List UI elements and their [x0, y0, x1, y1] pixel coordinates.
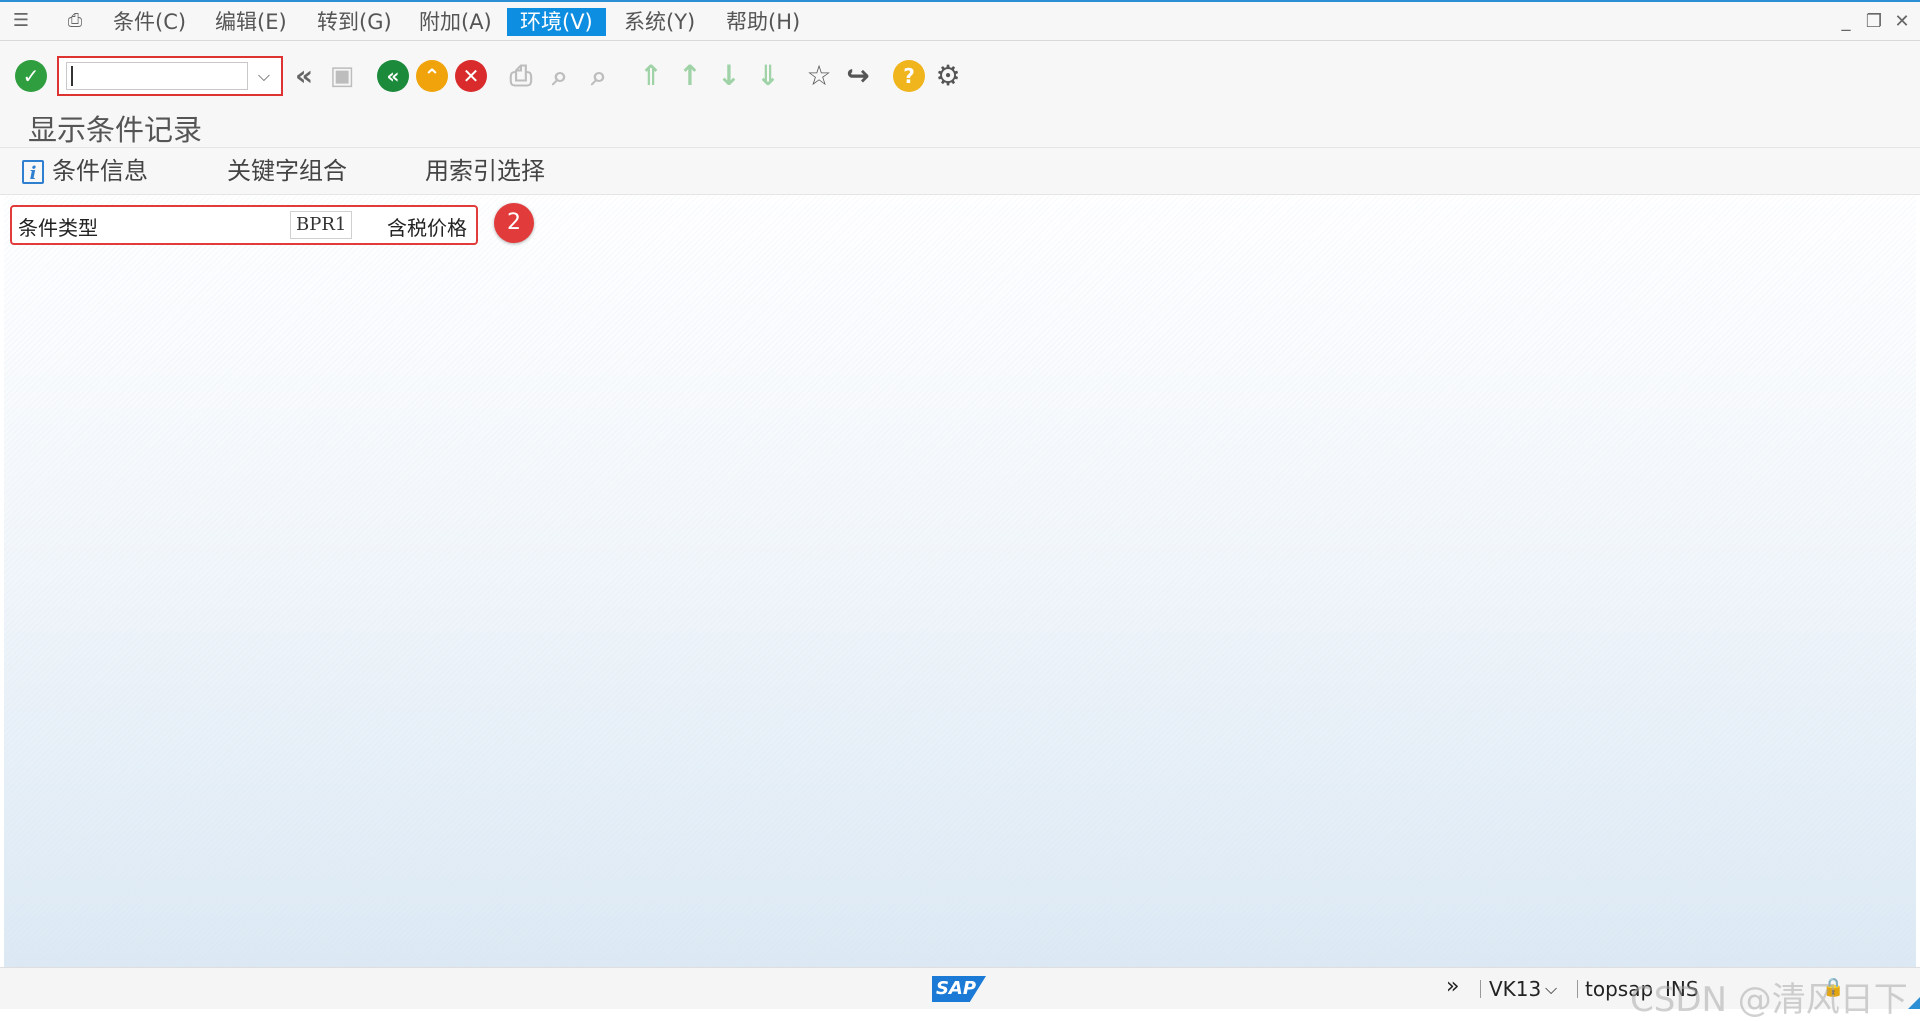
command-input[interactable]: [66, 62, 248, 90]
back-icon[interactable]: «: [377, 60, 409, 92]
exit-icon[interactable]: ⌃: [416, 60, 448, 92]
next-page-icon[interactable]: ↓: [713, 60, 745, 92]
page-title: 显示条件记录: [28, 113, 203, 147]
cancel-icon[interactable]: ✕: [455, 60, 487, 92]
settings-icon[interactable]: ⚙: [932, 60, 964, 92]
main-content: 条件类型 BPR1 含税价格: [4, 195, 1916, 967]
command-field[interactable]: ⌵: [57, 56, 283, 96]
status-bar: SAP » VK13 ⌵ topsap INS 🔒 CSDN @清风日下: [0, 967, 1920, 1020]
generate-shortcut-icon[interactable]: ↪: [842, 60, 874, 92]
find-next-icon[interactable]: ⌕: [583, 60, 615, 92]
index-selection-button[interactable]: 用索引选择: [425, 155, 545, 187]
menu-condition[interactable]: 条件(C): [100, 8, 199, 36]
previous-page-icon[interactable]: ↑: [674, 60, 706, 92]
condition-info-button[interactable]: i 条件信息: [22, 155, 148, 187]
condition-type-field[interactable]: BPR1: [290, 211, 352, 239]
minimize-icon[interactable]: _: [1834, 10, 1858, 34]
menu-help[interactable]: 帮助(H): [713, 8, 813, 36]
print-icon[interactable]: ⎙: [505, 60, 537, 92]
transaction-code[interactable]: VK13: [1489, 977, 1541, 1001]
menu-icon[interactable]: ☰: [10, 10, 32, 32]
restore-icon[interactable]: ❐: [1862, 10, 1886, 34]
close-window-icon[interactable]: ✕: [1890, 10, 1914, 34]
menu-goto[interactable]: 转到(G): [304, 8, 405, 36]
chevron-down-icon[interactable]: ⌵: [253, 64, 275, 88]
menu-environment[interactable]: 环境(V): [507, 8, 606, 36]
help-icon[interactable]: ?: [893, 60, 925, 92]
status-divider: [1577, 980, 1578, 998]
last-page-icon[interactable]: ⇓: [752, 60, 784, 92]
sap-logo: SAP: [932, 976, 986, 1002]
application-toolbar: i 条件信息 关键字组合 用索引选择: [0, 148, 1920, 195]
back-double-icon[interactable]: «: [288, 60, 320, 92]
condition-info-label: 条件信息: [52, 157, 148, 185]
title-bar: 显示条件记录: [0, 105, 1920, 148]
menu-edit[interactable]: 编辑(E): [202, 8, 300, 36]
menu-system[interactable]: 系统(Y): [611, 8, 708, 36]
standard-toolbar: ✓ ⌵ « ▣ « ⌃ ✕ ⎙ ⌕ ⌕ ⇑ ↑ ↓ ⇓ ☆ ↪ ? ⚙: [0, 41, 1920, 105]
menu-extras[interactable]: 附加(A): [406, 8, 505, 36]
find-icon[interactable]: ⌕: [544, 60, 576, 92]
chevron-down-icon[interactable]: ⌵: [1545, 979, 1557, 999]
condition-type-label: 条件类型: [18, 216, 98, 240]
info-icon: i: [22, 160, 44, 184]
step-number-badge: 2: [494, 203, 534, 243]
enter-icon[interactable]: ✓: [15, 60, 47, 92]
key-combination-button[interactable]: 关键字组合: [227, 155, 347, 187]
menu-bar: ☰ ⎙ 条件(C) 编辑(E) 转到(G) 附加(A) 环境(V) 系统(Y) …: [0, 2, 1920, 41]
text-cursor: [71, 66, 73, 86]
expand-status-icon[interactable]: »: [1446, 974, 1459, 999]
condition-type-group: 条件类型 BPR1 含税价格: [10, 205, 478, 245]
new-session-icon[interactable]: ⎙: [64, 10, 86, 32]
watermark: CSDN @清风日下: [1630, 980, 1908, 1020]
create-session-icon[interactable]: ☆: [803, 60, 835, 92]
first-page-icon[interactable]: ⇑: [635, 60, 667, 92]
save-icon[interactable]: ▣: [326, 60, 358, 92]
status-divider: [1480, 980, 1481, 998]
resize-corner[interactable]: [1908, 997, 1920, 1009]
condition-type-description: 含税价格: [387, 216, 467, 240]
